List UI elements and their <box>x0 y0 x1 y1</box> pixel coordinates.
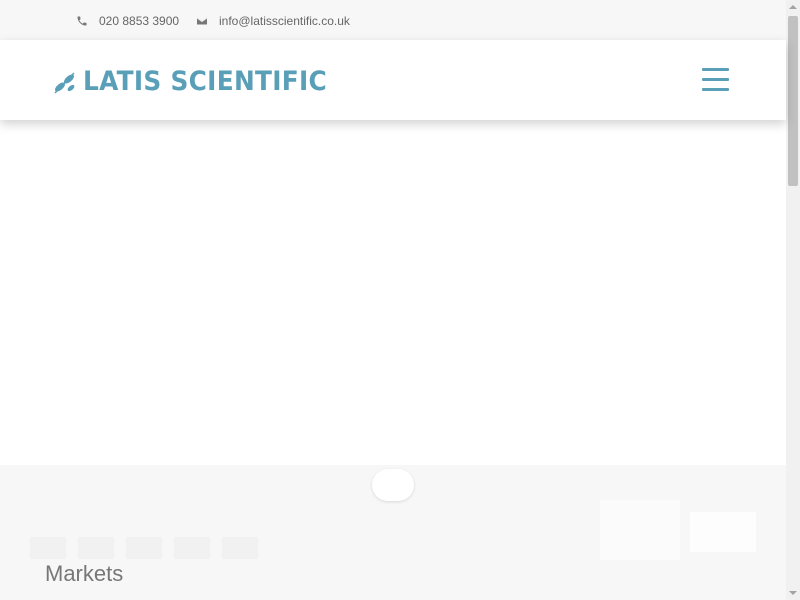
site-logo[interactable]: LATIS SCIENTIFIC <box>52 66 348 97</box>
phone-number: 020 8853 3900 <box>99 14 180 28</box>
cookie-option-toggle[interactable] <box>78 537 114 559</box>
cookie-option-toggle[interactable] <box>126 537 162 559</box>
cookie-toggle-button[interactable] <box>372 469 414 501</box>
envelope-icon <box>196 17 208 25</box>
cookie-option-toggle[interactable] <box>30 537 66 559</box>
section-heading: Markets <box>45 561 124 586</box>
hero-area <box>0 120 786 465</box>
cookie-options <box>30 537 258 559</box>
email-contact[interactable]: info@latisscientific.co.uk <box>196 14 350 28</box>
email-address: info@latisscientific.co.uk <box>219 14 350 28</box>
scroll-down-arrow-icon[interactable] <box>789 591 797 595</box>
top-contact-bar: 020 8853 3900 info@latisscientific.co.uk <box>0 0 786 40</box>
phone-contact[interactable]: 020 8853 3900 <box>76 14 179 28</box>
cookie-option-toggle[interactable] <box>174 537 210 559</box>
site-header: LATIS SCIENTIFIC <box>0 40 786 120</box>
cookie-accept-button[interactable] <box>600 500 680 560</box>
brand-name: LATIS SCIENTIFIC <box>83 66 328 97</box>
page-scrollbar[interactable] <box>786 0 800 600</box>
cookie-option-toggle[interactable] <box>222 537 258 559</box>
scroll-up-arrow-icon[interactable] <box>789 5 797 9</box>
phone-icon <box>77 16 87 26</box>
leaf-logo-icon <box>54 72 75 93</box>
cookie-settings-button[interactable] <box>690 512 756 552</box>
hamburger-menu-icon[interactable] <box>702 68 729 92</box>
scrollbar-thumb[interactable] <box>788 16 798 186</box>
